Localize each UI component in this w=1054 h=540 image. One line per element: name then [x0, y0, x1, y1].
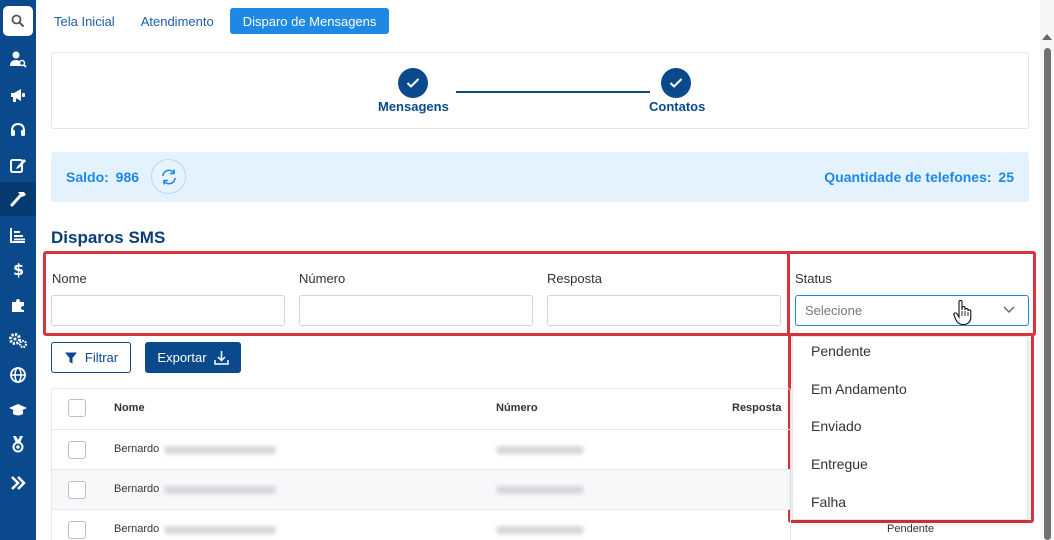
- gears-icon: [9, 333, 28, 349]
- sms-table: Nome Número Resposta Bernardo Bernardo B…: [51, 388, 791, 540]
- edit-icon: [10, 159, 26, 173]
- graduation-cap-icon: [9, 404, 27, 416]
- sidebar-item-users[interactable]: [0, 42, 36, 76]
- sidebar-item-awards[interactable]: [0, 427, 36, 461]
- status-option-em-andamento[interactable]: Em Andamento: [811, 381, 907, 397]
- select-all-checkbox[interactable]: [68, 399, 86, 417]
- refresh-balance-button[interactable]: [151, 159, 186, 194]
- sidebar-item-campaigns[interactable]: [0, 78, 36, 112]
- header-resposta: Resposta: [732, 402, 782, 414]
- hand-cursor-icon: [953, 300, 972, 326]
- table-row[interactable]: Bernardo: [52, 509, 790, 540]
- resposta-input[interactable]: [547, 295, 781, 326]
- export-button-label: Exportar: [157, 350, 207, 365]
- status-label: Status: [795, 271, 832, 286]
- hammer-icon: [10, 192, 26, 207]
- tab-bar: Tela Inicial Atendimento Disparo de Mens…: [44, 8, 390, 34]
- step-mensagens-label: Mensagens: [378, 99, 449, 114]
- status-dropdown-menu: Pendente Em Andamento Enviado Entregue F…: [792, 336, 1028, 520]
- table-row[interactable]: Bernardo: [52, 469, 790, 509]
- scrollbar-thumb[interactable]: [1044, 48, 1051, 540]
- download-icon: [213, 351, 229, 365]
- blurred-name: [164, 446, 276, 454]
- section-title: Disparos SMS: [51, 228, 166, 247]
- tab-disparo-de-mensagens[interactable]: Disparo de Mensagens: [229, 8, 390, 34]
- scroll-up-arrow[interactable]: [1042, 34, 1052, 40]
- numero-input[interactable]: [299, 295, 533, 326]
- blurred-name: [164, 526, 276, 534]
- blurred-name: [164, 486, 276, 494]
- stepper-connector: [456, 91, 650, 93]
- sidebar-item-tools[interactable]: [0, 182, 36, 216]
- status-option-entregue[interactable]: Entregue: [811, 456, 868, 472]
- blurred-number: [496, 526, 584, 534]
- nome-label: Nome: [52, 271, 87, 286]
- chart-icon: [10, 228, 25, 243]
- row-status: Pendente: [887, 523, 935, 535]
- row-checkbox[interactable]: [68, 441, 86, 459]
- blurred-number: [496, 446, 584, 454]
- row-nome: Bernardo: [114, 483, 160, 495]
- row-checkbox[interactable]: [68, 481, 86, 499]
- blurred-number: [496, 486, 584, 494]
- table-row[interactable]: Bernardo: [52, 429, 790, 469]
- header-numero: Número: [496, 402, 538, 414]
- phone-count-label: Quantidade de telefones:: [824, 169, 992, 185]
- sidebar-expand-button[interactable]: [0, 466, 36, 500]
- tab-atendimento[interactable]: Atendimento: [131, 8, 224, 34]
- nome-input[interactable]: [51, 295, 285, 326]
- search-icon: [11, 14, 25, 28]
- row-nome: Bernardo: [114, 523, 160, 535]
- sidebar-item-training[interactable]: [0, 393, 36, 427]
- dollar-icon: $: [13, 260, 24, 278]
- user-search-icon: [10, 51, 27, 68]
- status-option-pendente[interactable]: Pendente: [811, 343, 871, 359]
- balance-bar: Saldo: 986 Quantidade de telefones: 25: [51, 152, 1029, 202]
- svg-text:$: $: [13, 260, 24, 278]
- status-option-enviado[interactable]: Enviado: [811, 418, 862, 434]
- sidebar-item-integrations[interactable]: [0, 288, 36, 322]
- row-checkbox[interactable]: [68, 521, 86, 539]
- status-select-placeholder: Selecione: [805, 303, 863, 318]
- step-mensagens-indicator: [398, 68, 428, 98]
- tab-tela-inicial[interactable]: Tela Inicial: [44, 8, 125, 34]
- phone-count-value: 25: [998, 169, 1014, 185]
- sidebar-item-finance[interactable]: $: [0, 252, 36, 286]
- sidebar-item-web[interactable]: [0, 358, 36, 392]
- sidebar-item-reports[interactable]: [0, 218, 36, 252]
- sidebar-item-support[interactable]: [0, 113, 36, 147]
- sidebar-item-settings[interactable]: [0, 323, 36, 357]
- megaphone-icon: [11, 89, 25, 102]
- funnel-icon: [64, 352, 77, 363]
- step-contatos-label: Contatos: [649, 99, 706, 114]
- refresh-icon: [161, 169, 176, 184]
- stepper-card: Mensagens Contatos: [51, 52, 1029, 129]
- numero-label: Número: [299, 271, 346, 286]
- medal-icon: [12, 436, 24, 453]
- puzzle-icon: [12, 299, 24, 312]
- globe-icon: [10, 367, 26, 383]
- saldo-display: Saldo: 986: [66, 169, 139, 185]
- headset-icon: [11, 122, 25, 136]
- saldo-label: Saldo:: [66, 169, 109, 185]
- phone-count-display: Quantidade de telefones: 25: [824, 169, 1014, 185]
- saldo-value: 986: [115, 169, 140, 185]
- status-option-falha[interactable]: Falha: [811, 494, 846, 510]
- step-contatos-indicator: [661, 68, 691, 98]
- chevron-down-icon: [1003, 306, 1015, 313]
- check-icon: [406, 78, 420, 88]
- status-select[interactable]: Selecione: [795, 295, 1029, 326]
- header-nome: Nome: [114, 402, 145, 414]
- check-icon: [669, 78, 683, 88]
- filter-button[interactable]: Filtrar: [51, 342, 131, 373]
- filter-button-label: Filtrar: [84, 350, 119, 365]
- sidebar-item-edit[interactable]: [0, 148, 36, 182]
- sidebar: $: [0, 0, 36, 540]
- resposta-label: Resposta: [547, 271, 602, 286]
- sidebar-search-button[interactable]: [3, 6, 33, 36]
- double-chevron-right-icon: [11, 476, 26, 490]
- row-nome: Bernardo: [114, 443, 160, 455]
- export-button[interactable]: Exportar: [145, 342, 241, 373]
